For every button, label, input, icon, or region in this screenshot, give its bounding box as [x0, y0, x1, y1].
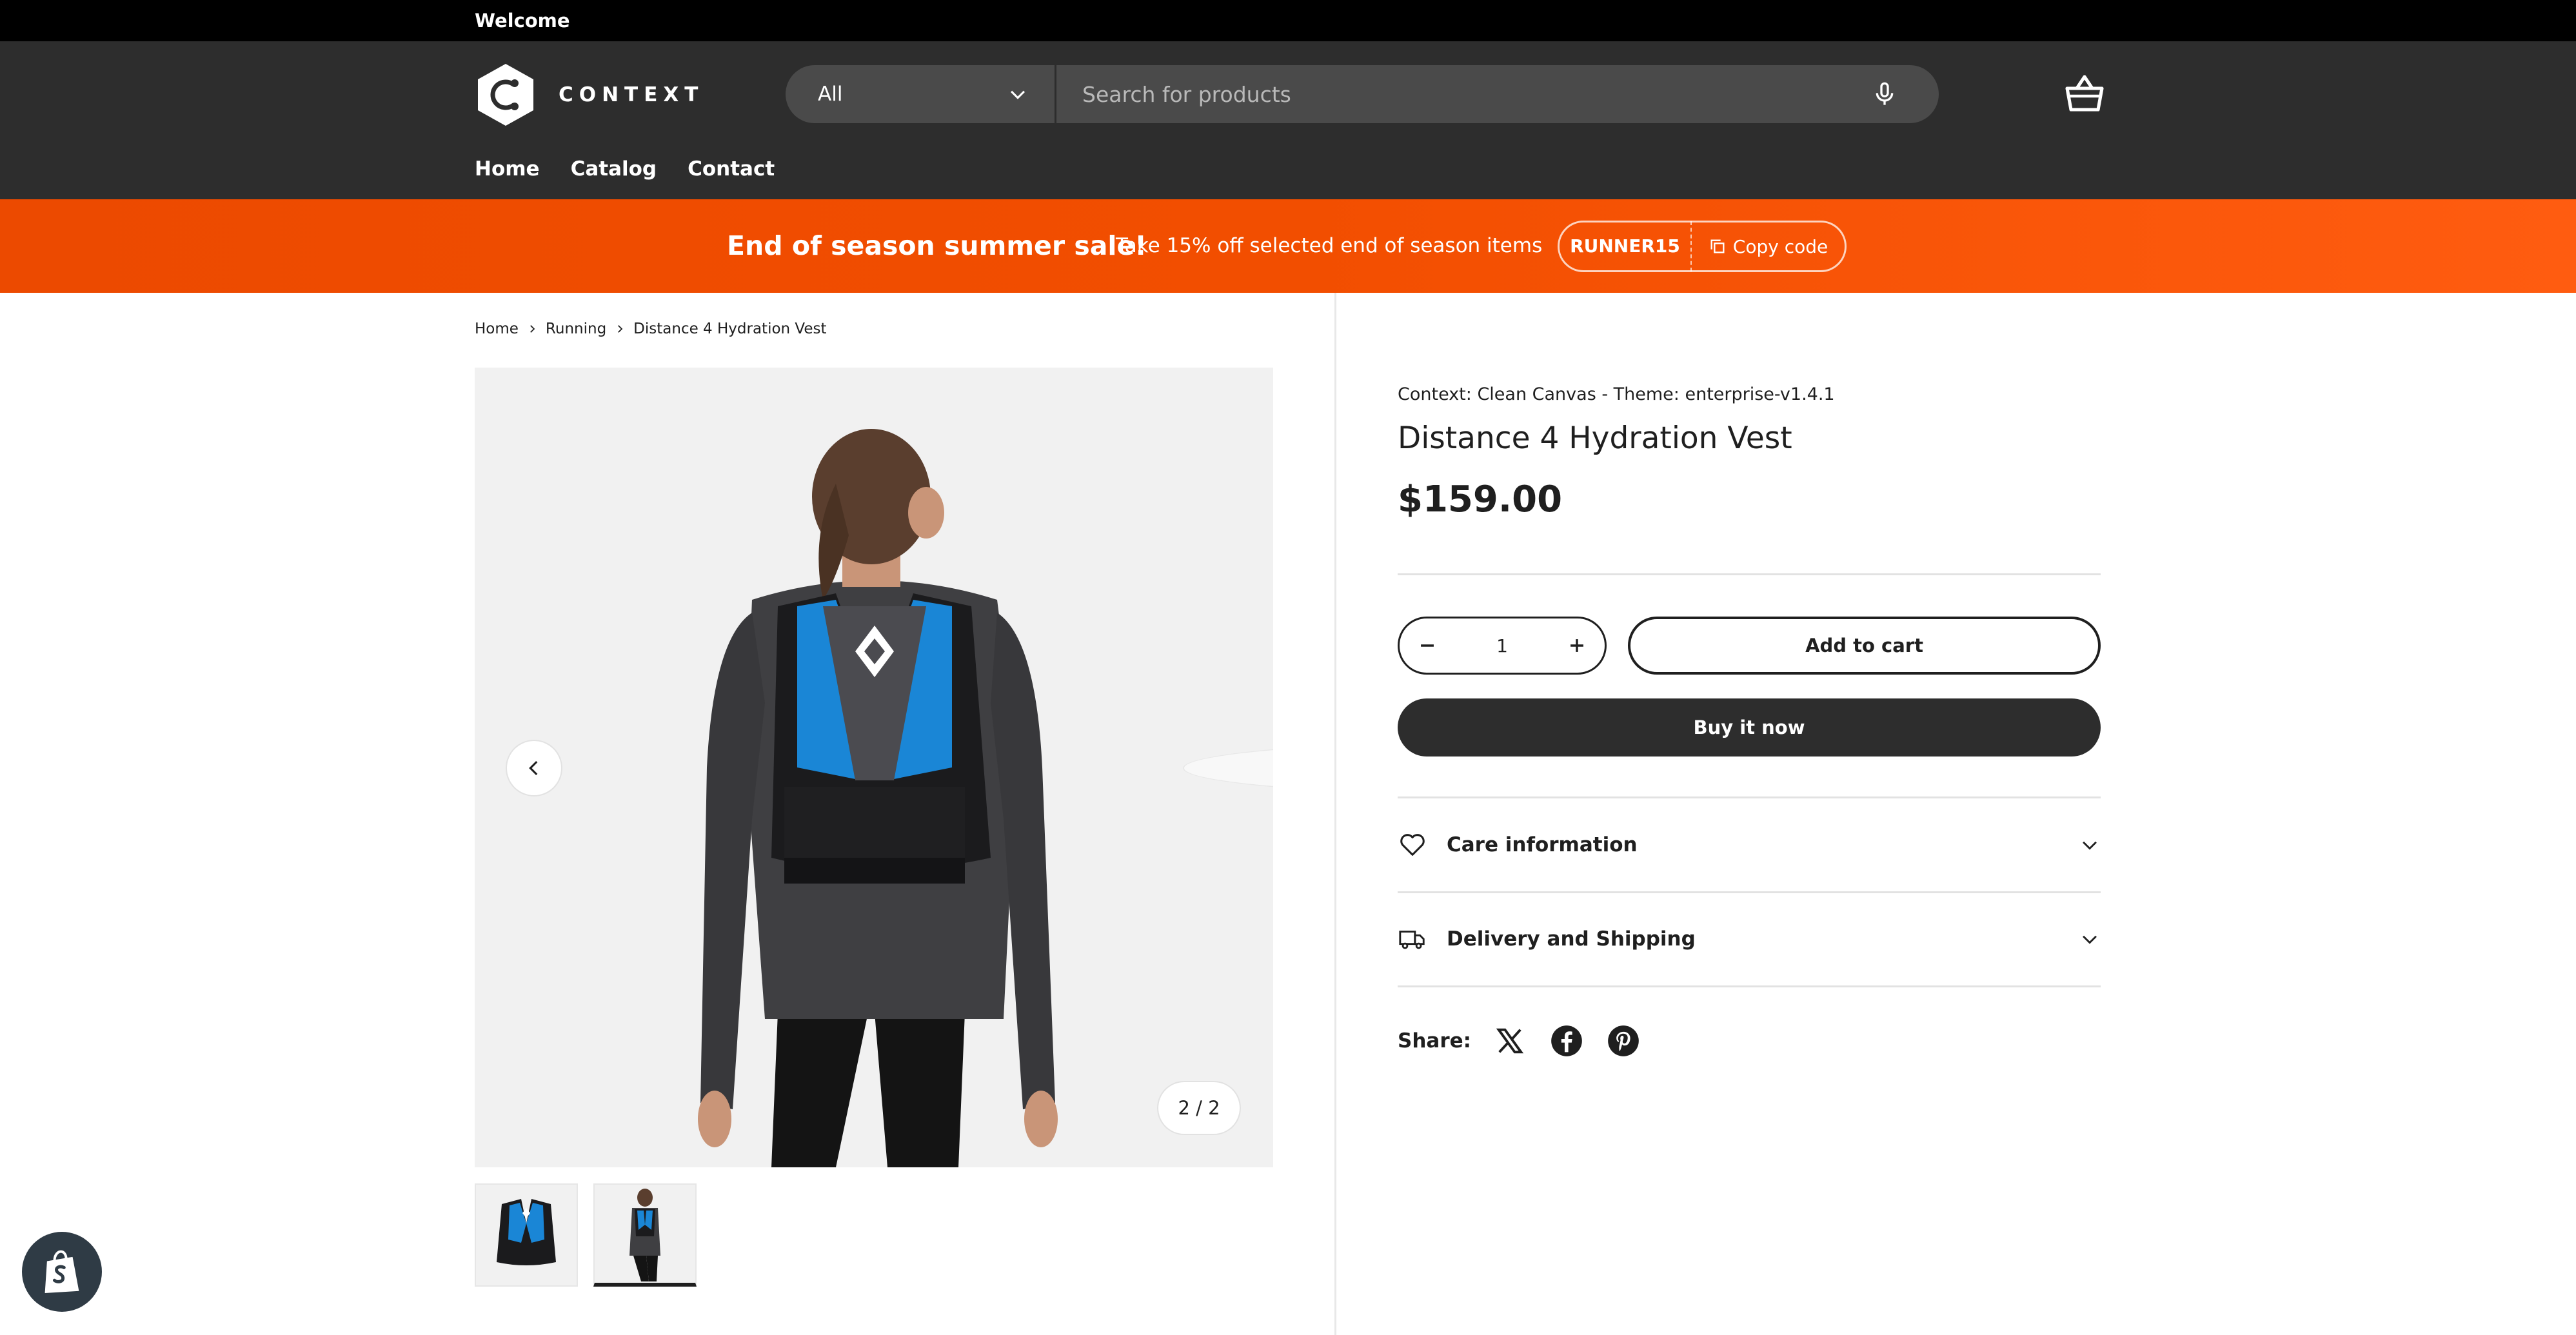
copy-code-label: Copy code [1732, 235, 1828, 257]
site-header: CONTEXT All Home Catalog Contact [0, 41, 2576, 199]
quantity-stepper: 1 [1398, 617, 1607, 675]
care-information-accordion[interactable]: Care information [1398, 798, 2101, 891]
accordion-label: Care information [1447, 833, 1638, 856]
truck-icon [1399, 931, 1425, 949]
promo-code: RUNNER15 [1560, 221, 1692, 272]
search-category-select[interactable]: All [786, 65, 1056, 123]
divider [1398, 985, 2101, 987]
pinterest-icon[interactable] [1607, 1024, 1640, 1058]
product-gallery: 2 / 2 [475, 368, 1273, 1167]
search-bar: All [786, 65, 1939, 123]
nav-catalog[interactable]: Catalog [571, 157, 657, 181]
add-to-cart-button[interactable]: Add to cart [1628, 617, 2101, 675]
vest-thumbnail-image [497, 1199, 556, 1265]
divider [1398, 573, 2101, 575]
heart-icon [1400, 834, 1425, 856]
search-input[interactable] [1056, 65, 1872, 123]
nav-contact[interactable]: Contact [688, 157, 775, 181]
accordion-label: Delivery and Shipping [1447, 927, 1696, 951]
share-label: Share: [1398, 1029, 1472, 1053]
facebook-icon[interactable] [1550, 1024, 1583, 1058]
delivery-shipping-accordion[interactable]: Delivery and Shipping [1398, 893, 2101, 985]
x-icon[interactable] [1493, 1024, 1527, 1058]
copy-code-button[interactable]: Copy code [1692, 236, 1845, 257]
quantity-value[interactable]: 1 [1496, 635, 1508, 657]
breadcrumb-current: Distance 4 Hydration Vest [633, 321, 827, 337]
product-price: $159.00 [1398, 479, 1563, 520]
shopify-bag-icon [45, 1250, 79, 1293]
breadcrumb: Home Running Distance 4 Hydration Vest [475, 321, 827, 337]
breadcrumb-home[interactable]: Home [475, 321, 519, 337]
chevron-down-icon [2083, 841, 2097, 850]
minus-icon[interactable] [1416, 635, 1438, 657]
thumbnail-2[interactable] [593, 1183, 697, 1287]
thumbnail-strip [475, 1183, 697, 1287]
microphone-icon[interactable] [1872, 81, 1897, 107]
column-divider [1334, 293, 1336, 1335]
chevron-right-icon [618, 325, 623, 333]
product-vendor: Context: Clean Canvas - Theme: enterpris… [1398, 384, 1835, 404]
runner-thumbnail-image [629, 1189, 660, 1281]
shopify-badge-button[interactable] [22, 1232, 102, 1312]
nav-home[interactable]: Home [475, 157, 540, 181]
welcome-text: Welcome [475, 10, 570, 32]
product-image [698, 429, 1058, 1167]
chevron-down-icon [2083, 935, 2097, 944]
logo-text: CONTEXT [559, 83, 704, 106]
logo-link[interactable]: CONTEXT [473, 63, 704, 127]
copy-icon [1710, 239, 1725, 253]
announcement-bar: Welcome [0, 0, 2576, 41]
image-counter: 2 / 2 [1158, 1082, 1240, 1134]
promo-code-box: RUNNER15 Copy code [1558, 221, 1847, 272]
previous-image-button[interactable] [507, 741, 561, 795]
thumbnail-1[interactable] [475, 1183, 578, 1287]
buy-now-button[interactable]: Buy it now [1398, 698, 2101, 756]
chevron-left-icon [529, 760, 538, 776]
main-nav: Home Catalog Contact [475, 157, 775, 181]
search-category-value: All [818, 83, 843, 106]
promo-headline: End of season summer sale! [727, 230, 1147, 261]
breadcrumb-running[interactable]: Running [546, 321, 606, 337]
promo-banner: End of season summer sale! Take 15% off … [0, 199, 2576, 293]
chevron-right-icon [530, 325, 535, 333]
promo-subtext: Take 15% off selected end of season item… [1116, 234, 1543, 257]
plus-icon[interactable] [1566, 635, 1588, 657]
chevron-down-icon [1010, 90, 1025, 99]
product-title: Distance 4 Hydration Vest [1398, 420, 1792, 456]
basket-icon[interactable] [2061, 71, 2108, 117]
share-row: Share: [1398, 1024, 1663, 1058]
context-logo-icon [478, 64, 533, 126]
